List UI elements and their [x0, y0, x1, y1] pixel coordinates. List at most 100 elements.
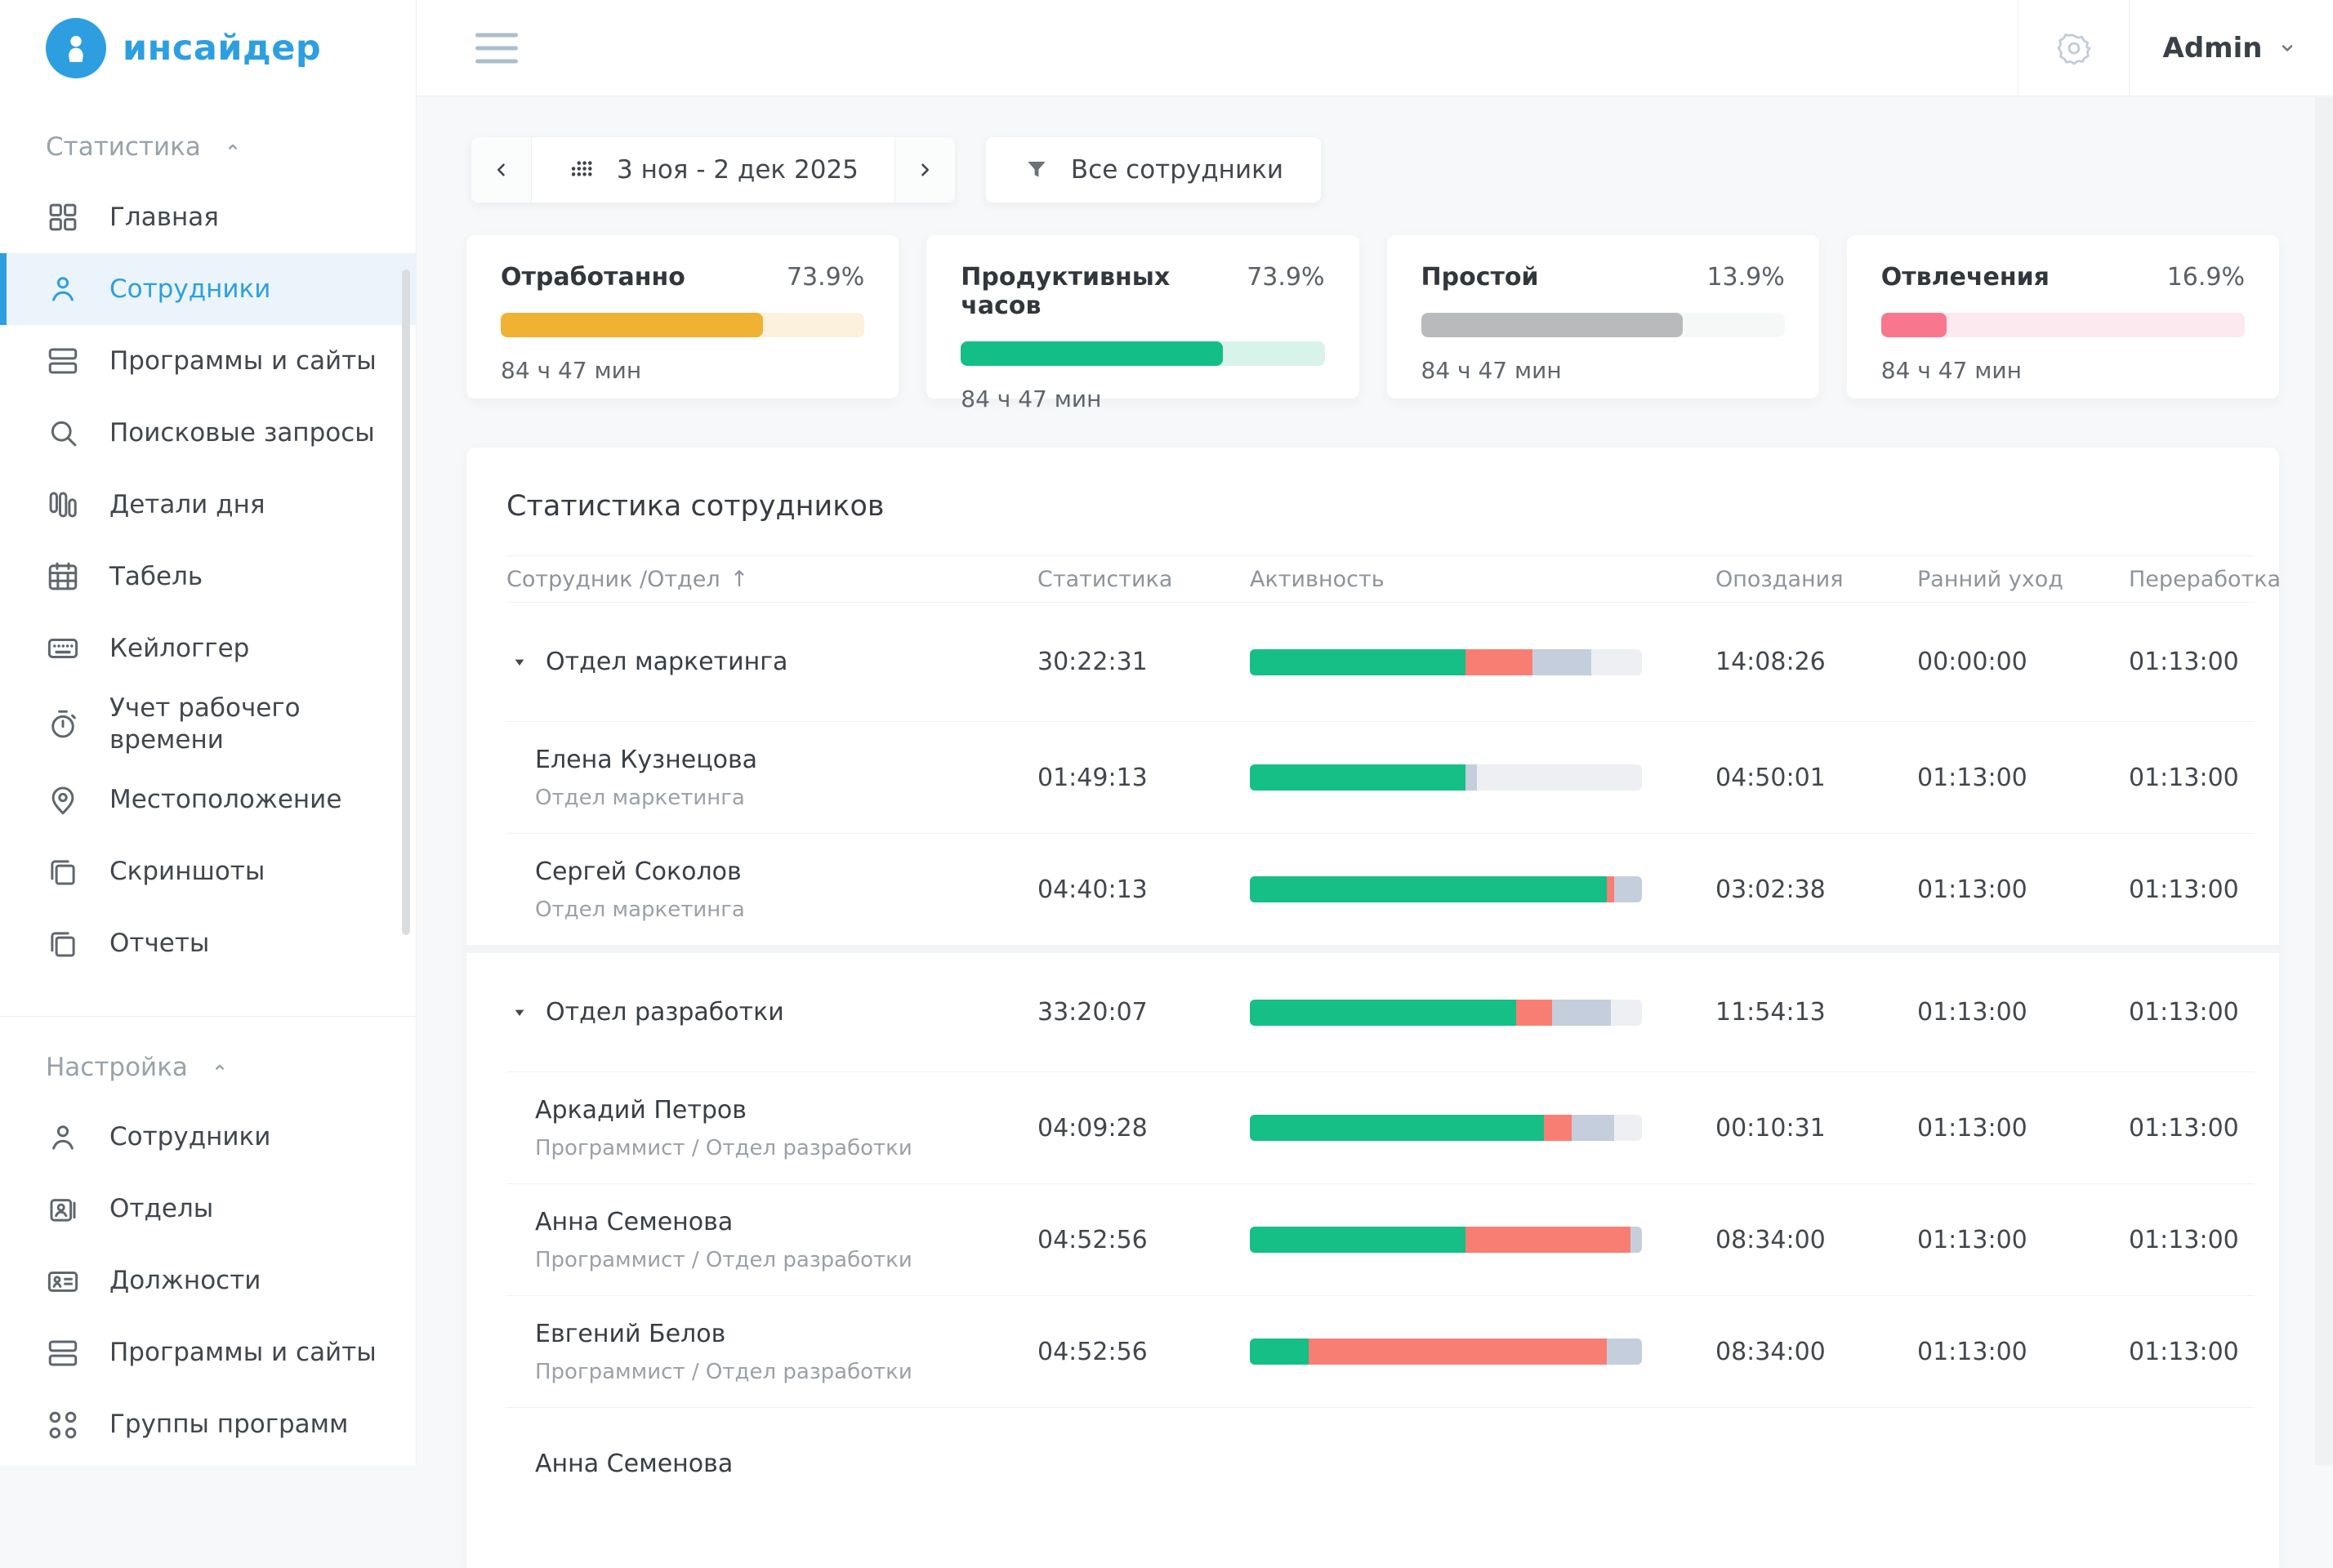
- table-row-employee[interactable]: Елена КузнецоваОтдел маркетинга01:49:130…: [506, 721, 2255, 833]
- sidebar-item-screens[interactable]: Скриншоты: [0, 836, 416, 908]
- employee-name: Анна Семенова: [535, 1450, 733, 1478]
- sidebar-item-label: Детали дня: [109, 489, 265, 521]
- search-icon: [46, 416, 80, 450]
- overtime-value: 01:13:00: [2129, 1338, 2255, 1366]
- reports-icon: [46, 927, 80, 961]
- sidebar-item-label: Табель: [109, 561, 203, 593]
- sidebar-item-user[interactable]: Сотрудники: [0, 253, 416, 325]
- sidebar-item-group[interactable]: Группы программ: [0, 1389, 416, 1461]
- overtime-value: 01:13:00: [2129, 1114, 2255, 1143]
- sidebar-item-user[interactable]: Сотрудники: [0, 1102, 416, 1174]
- chevron-down-icon: [2275, 36, 2300, 60]
- sidebar-item-timer[interactable]: Учет рабочего времени: [0, 684, 416, 764]
- card-subtitle: 84 ч 47 мин: [501, 357, 864, 384]
- stat-card: Продуктивных часов73.9%84 ч 47 мин: [926, 235, 1358, 399]
- early-leave-value: 01:13:00: [1917, 998, 2129, 1027]
- column-statistics[interactable]: Статистика: [1037, 567, 1250, 592]
- hamburger-menu-icon[interactable]: [471, 28, 523, 68]
- chevron-right-icon: [912, 158, 937, 182]
- column-activity[interactable]: Активность: [1250, 567, 1715, 592]
- sidebar-items: ГлавнаяСотрудники Программы и сайты Поиско…: [0, 181, 416, 980]
- card-percent: 13.9%: [1706, 263, 1784, 292]
- sidebar-item-reports[interactable]: Отчеты: [0, 908, 416, 980]
- sidebar-item-label: Программы и сайты: [109, 345, 377, 377]
- stat-card: Простой13.9%84 ч 47 мин: [1387, 235, 1819, 399]
- sidebar-item-badge[interactable]: Отделы: [0, 1174, 416, 1245]
- late-value: 11:54:13: [1715, 998, 1917, 1027]
- column-overtime[interactable]: Переработка: [2129, 567, 2281, 592]
- gear-icon: [2057, 31, 2091, 65]
- date-range-label: 3 ноя - 2 дек 2025: [617, 155, 859, 185]
- sidebar-items: СотрудникиОтделы Должности Программы и сай…: [0, 1102, 416, 1461]
- sidebar-item-location[interactable]: Местоположение: [0, 764, 416, 836]
- table-row-group[interactable]: Отдел маркетинга30:22:3114:08:2600:00:00…: [506, 603, 2255, 721]
- employee-filter-button[interactable]: Все сотрудники: [986, 137, 1321, 203]
- triangle-down-icon[interactable]: [513, 656, 526, 669]
- screens-icon: [46, 855, 80, 889]
- prev-period-button[interactable]: [471, 137, 532, 203]
- stat-value: 04:52:56: [1037, 1226, 1250, 1254]
- chevron-left-icon: [489, 158, 514, 182]
- apps-icon: [46, 344, 80, 378]
- activity-bar: [1250, 1115, 1642, 1141]
- funnel-icon: [1024, 157, 1050, 183]
- table-row-group[interactable]: Отдел разработки33:20:0711:54:1301:13:00…: [506, 953, 2255, 1071]
- early-leave-value: 01:13:00: [1917, 1226, 2129, 1254]
- stat-card: Отвлечения16.9%84 ч 47 мин: [1847, 235, 2279, 399]
- timer-icon: [46, 707, 80, 742]
- insider-logo-icon: [46, 18, 106, 78]
- sidebar-item-columns[interactable]: Детали дня: [0, 469, 416, 541]
- card-progress-bar: [1881, 313, 2245, 337]
- location-icon: [46, 783, 80, 817]
- group-name: Отдел маркетинга: [546, 648, 787, 676]
- column-employee-department[interactable]: Сотрудник /Отдел ↑: [506, 567, 1037, 592]
- sidebar-item-keyboard[interactable]: Кейлоггер: [0, 612, 416, 684]
- sidebar-item-idcard[interactable]: Должности: [0, 1245, 416, 1317]
- sidebar-item-dashboard[interactable]: Главная: [0, 181, 416, 253]
- badge-icon: [46, 1192, 80, 1227]
- card-progress-bar: [961, 341, 1324, 366]
- employee-name: Аркадий Петров: [535, 1096, 912, 1125]
- employee-filter-label: Все сотрудники: [1071, 155, 1283, 185]
- sidebar-section-label[interactable]: Настройка: [46, 1053, 416, 1082]
- sidebar-item-label: Должности: [109, 1265, 261, 1297]
- overtime-value: 01:13:00: [2129, 1226, 2255, 1254]
- late-value: 03:02:38: [1715, 875, 1917, 904]
- settings-button[interactable]: [2018, 0, 2130, 96]
- sidebar-item-search[interactable]: Поисковые запросы: [0, 397, 416, 469]
- table-row-employee[interactable]: Аркадий Петров Программист / Отдел разраб…: [506, 1071, 2255, 1183]
- sidebar-item-label: Учет рабочего времени: [109, 693, 386, 756]
- sidebar-section-label[interactable]: Статистика: [46, 132, 416, 162]
- table-row-employee[interactable]: Евгений БеловПрограммист / Отдел разрабо…: [506, 1295, 2255, 1407]
- date-range-button[interactable]: 3 ноя - 2 дек 2025: [532, 137, 894, 203]
- user-name: Admin: [2163, 32, 2263, 65]
- activity-bar: [1250, 876, 1642, 902]
- sidebar-item-calendar[interactable]: Табель: [0, 541, 416, 612]
- card-percent: 73.9%: [1247, 263, 1324, 292]
- sidebar-item-label: Кейлоггер: [109, 633, 249, 665]
- late-value: 08:34:00: [1715, 1338, 1917, 1366]
- next-period-button[interactable]: [894, 137, 955, 203]
- sidebar-scrollbar[interactable]: [402, 270, 410, 935]
- table-body: Отдел маркетинга30:22:3114:08:2600:00:00…: [506, 603, 2255, 1519]
- employee-position: Программист / Отдел разработки: [535, 1136, 912, 1160]
- columns-icon: [46, 488, 80, 522]
- card-title: Продуктивных часов: [961, 263, 1247, 320]
- sidebar-item-apps[interactable]: Программы и сайты: [0, 325, 416, 397]
- table-row-employee[interactable]: Анна СеменоваПрограммист / Отдел разрабо…: [506, 1183, 2255, 1295]
- sidebar-item-label: Группы программ: [109, 1409, 348, 1441]
- group-icon: [46, 1408, 80, 1442]
- sidebar-item-apps[interactable]: Программы и сайты: [0, 1317, 416, 1389]
- activity-bar: [1250, 764, 1642, 791]
- sidebar-item-label: Поисковые запросы: [109, 417, 375, 449]
- page-scrollbar[interactable]: [2315, 97, 2333, 1465]
- table-row-employee[interactable]: Сергей СоколовОтдел маркетинга04:40:1303…: [506, 833, 2255, 945]
- table-row-employee[interactable]: Анна Семенова: [506, 1407, 2255, 1519]
- triangle-down-icon[interactable]: [513, 1006, 526, 1019]
- employee-name: Анна Семенова: [535, 1208, 912, 1236]
- logo[interactable]: инсайдер: [0, 0, 416, 96]
- user-menu[interactable]: Admin: [2130, 0, 2333, 96]
- column-lateness[interactable]: Опоздания: [1715, 567, 1917, 592]
- column-early-leave[interactable]: Ранний уход: [1917, 567, 2129, 592]
- early-leave-value: 01:13:00: [1917, 1114, 2129, 1143]
